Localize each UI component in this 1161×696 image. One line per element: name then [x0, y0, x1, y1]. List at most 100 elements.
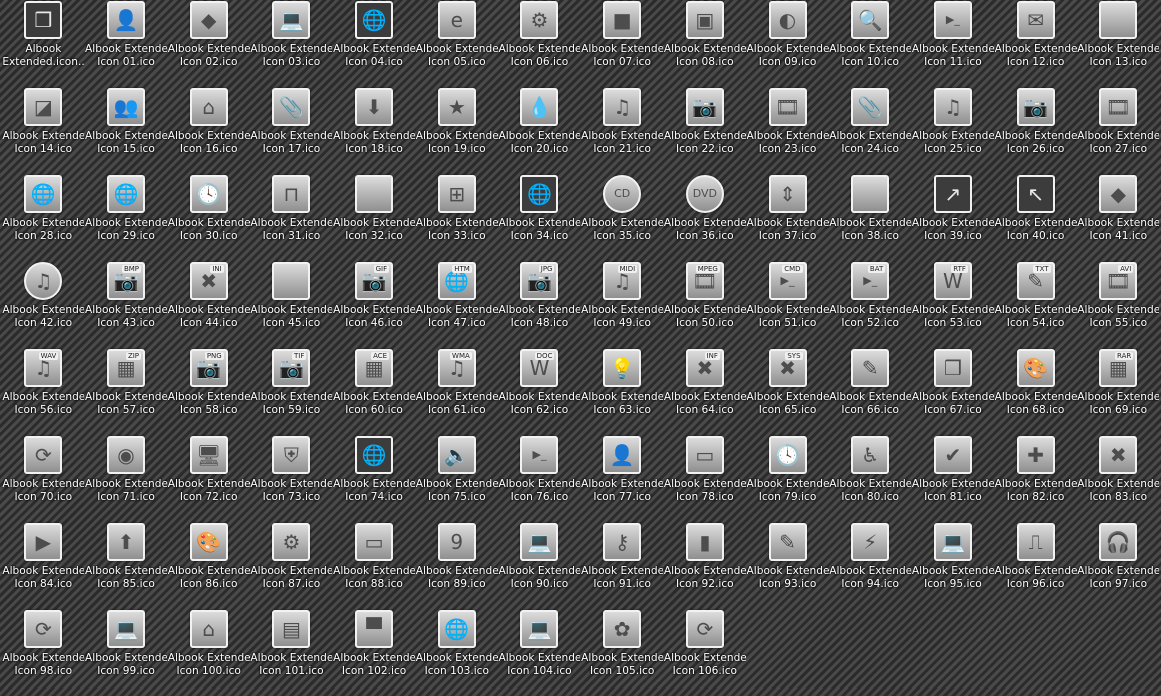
home-icon[interactable]: ⌂ [189, 88, 228, 126]
refresh-icon[interactable]: ⟳ [685, 610, 724, 648]
file-item[interactable]: ✚ Albook Extended Icon 82.ico [994, 435, 1077, 522]
file-item[interactable]: 💻 Albook Extended Icon 99.ico [85, 609, 168, 696]
zip-file-icon[interactable]: ZIP ▦ [107, 349, 146, 387]
pacman-icon[interactable]: ◐ [768, 1, 807, 39]
file-item[interactable]: ▮ Albook Extended Icon 92.ico [664, 522, 747, 609]
lightbulb-icon[interactable]: 💡 [603, 349, 642, 387]
file-item[interactable]: Albook Extended Icon 38.ico [829, 174, 912, 261]
globe-icon[interactable]: 🌐 [355, 436, 394, 474]
shortcut-icon[interactable]: ↗ [933, 175, 972, 213]
file-item[interactable]: ⚡ Albook Extended Icon 94.ico [829, 522, 912, 609]
file-item[interactable]: ⌂ Albook Extended Icon 100.ico [167, 609, 250, 696]
htm-file-icon[interactable]: HTM 🌐 [437, 262, 476, 300]
file-item[interactable]: DVD Albook Extended Icon 36.ico [664, 174, 747, 261]
clock-icon[interactable]: 🕓 [189, 175, 228, 213]
scanner-icon[interactable]: ⎍ [1016, 523, 1055, 561]
film-icon[interactable]: 🎞 [1099, 88, 1138, 126]
download-icon[interactable]: ⬇ [355, 88, 394, 126]
file-item[interactable]: WMA ♫ Albook Extended Icon 61.ico [415, 348, 498, 435]
file-item[interactable]: BMP 📷 Albook Extended Icon 43.ico [85, 261, 168, 348]
rar-file-icon[interactable]: RAR ▦ [1099, 349, 1138, 387]
diagonal-icon[interactable]: ◪ [24, 88, 63, 126]
pencil-ruler-icon[interactable]: ✎ [851, 349, 890, 387]
check-icon[interactable]: ✔ [933, 436, 972, 474]
file-item[interactable]: 🌐 Albook Extended Icon 29.ico [85, 174, 168, 261]
palette-icon[interactable]: 🎨 [189, 523, 228, 561]
page-icon[interactable] [272, 262, 311, 300]
clapper-icon[interactable]: ▀ [355, 610, 394, 648]
windows-icon[interactable]: ⊞ [437, 175, 476, 213]
file-item[interactable]: Albook Extended Icon 45.ico [250, 261, 333, 348]
ace-file-icon[interactable]: ACE ▦ [355, 349, 394, 387]
file-item[interactable]: DOC W Albook Extended Icon 62.ico [498, 348, 581, 435]
file-item[interactable]: ⟳ Albook Extended Icon 70.ico [2, 435, 85, 522]
file-item[interactable]: 🌐 Albook Extended Icon 74.ico [333, 435, 416, 522]
file-item[interactable]: TIF 📷 Albook Extended Icon 59.ico [250, 348, 333, 435]
file-item[interactable]: 💧 Albook Extended Icon 20.ico [498, 87, 581, 174]
file-item[interactable]: INI ✖ Albook Extended Icon 44.ico [167, 261, 250, 348]
file-item[interactable]: ♫ Albook Extended Icon 25.ico [912, 87, 995, 174]
laptop-icon[interactable]: 💻 [520, 523, 559, 561]
file-item[interactable]: ◉ Albook Extended Icon 71.ico [85, 435, 168, 522]
terminal-icon[interactable]: ▶_ [933, 1, 972, 39]
file-item[interactable]: 🌐 Albook Extended Icon 28.ico [2, 174, 85, 261]
file-item[interactable]: ▀ Albook Extended Icon 102.ico [333, 609, 416, 696]
file-item[interactable]: TXT ✎ Albook Extended Icon 54.ico [994, 261, 1077, 348]
file-item[interactable]: WAV ♫ Albook Extended Icon 56.ico [2, 348, 85, 435]
media-player-icon[interactable]: ▶ [24, 523, 63, 561]
upload-icon[interactable]: ⬆ [107, 523, 146, 561]
file-item[interactable]: ★ Albook Extended Icon 19.ico [415, 87, 498, 174]
cd-icon[interactable]: CD [603, 175, 642, 213]
jpg-file-icon[interactable]: JPG 📷 [520, 262, 559, 300]
file-item[interactable]: PNG 📷 Albook Extended Icon 58.ico [167, 348, 250, 435]
file-item[interactable]: 📷 Albook Extended Icon 22.ico [664, 87, 747, 174]
id-card-icon[interactable]: ▤ [272, 610, 311, 648]
user-icon[interactable]: 👤 [107, 1, 146, 39]
file-item[interactable]: 👤 Albook Extended Icon 77.ico [581, 435, 664, 522]
file-item[interactable]: RAR ▦ Albook Extended Icon 69.ico [1077, 348, 1160, 435]
refresh-icon[interactable]: ⟳ [24, 610, 63, 648]
clock-icon[interactable]: 🕓 [768, 436, 807, 474]
file-item[interactable]: ⛨ Albook Extended Icon 73.ico [250, 435, 333, 522]
file-item[interactable]: ↖ Albook Extended Icon 40.ico [994, 174, 1077, 261]
file-item[interactable]: 📷 Albook Extended Icon 26.ico [994, 87, 1077, 174]
file-item[interactable]: CD Albook Extended Icon 35.ico [581, 174, 664, 261]
lightning-icon[interactable]: ⚡ [851, 523, 890, 561]
mail-icon[interactable]: ✉ [1016, 1, 1055, 39]
file-item[interactable]: e Albook Extended Icon 05.ico [415, 0, 498, 87]
flower-icon[interactable]: ✿ [603, 610, 642, 648]
file-item[interactable]: 🌐 Albook Extended Icon 103.ico [415, 609, 498, 696]
blank-icon[interactable] [851, 175, 890, 213]
file-item[interactable]: ✎ Albook Extended Icon 66.ico [829, 348, 912, 435]
headphones-icon[interactable]: 🎧 [1099, 523, 1138, 561]
file-item[interactable]: 📎 Albook Extended Icon 24.ico [829, 87, 912, 174]
star-icon[interactable]: ★ [437, 88, 476, 126]
file-item[interactable]: GIF 📷 Albook Extended Icon 46.ico [333, 261, 416, 348]
file-item[interactable]: ⌂ Albook Extended Icon 16.ico [167, 87, 250, 174]
equalizer-icon[interactable]: ▮ [685, 523, 724, 561]
file-item[interactable]: RTF W Albook Extended Icon 53.ico [912, 261, 995, 348]
file-item[interactable]: ACE ▦ Albook Extended Icon 60.ico [333, 348, 416, 435]
file-item[interactable]: 9 Albook Extended Icon 89.ico [415, 522, 498, 609]
file-item[interactable]: ❒ Albook Extended.icon... [2, 0, 85, 87]
keyhole-icon[interactable]: ⚷ [603, 523, 642, 561]
file-item[interactable]: ↗ Albook Extended Icon 39.ico [912, 174, 995, 261]
scroll-icon[interactable]: ⇕ [768, 175, 807, 213]
pencil-ruler-icon[interactable]: ✎ [768, 523, 807, 561]
monitor-chart-icon[interactable]: 🖥 [189, 436, 228, 474]
file-item[interactable]: 💻 Albook Extended Icon 104.ico [498, 609, 581, 696]
diamond-icon[interactable]: ◆ [189, 1, 228, 39]
file-item[interactable]: ▶ Albook Extended Icon 84.ico [2, 522, 85, 609]
film-icon[interactable]: 🎞 [768, 88, 807, 126]
laptop-icon[interactable]: 💻 [520, 610, 559, 648]
file-item[interactable]: 💡 Albook Extended Icon 63.ico [581, 348, 664, 435]
window-icon[interactable]: ▭ [355, 523, 394, 561]
paperclip-icon[interactable]: 📎 [272, 88, 311, 126]
rtf-file-icon[interactable]: RTF W [933, 262, 972, 300]
magnifier-icon[interactable]: 🔍 [851, 1, 890, 39]
file-item[interactable]: 🌐 Albook Extended Icon 34.ico [498, 174, 581, 261]
laptop-icon[interactable]: 💻 [933, 523, 972, 561]
globe-grid-icon[interactable]: 🌐 [437, 610, 476, 648]
file-item[interactable]: ♫ Albook Extended Icon 21.ico [581, 87, 664, 174]
app-box-icon[interactable]: ❒ [24, 1, 63, 39]
